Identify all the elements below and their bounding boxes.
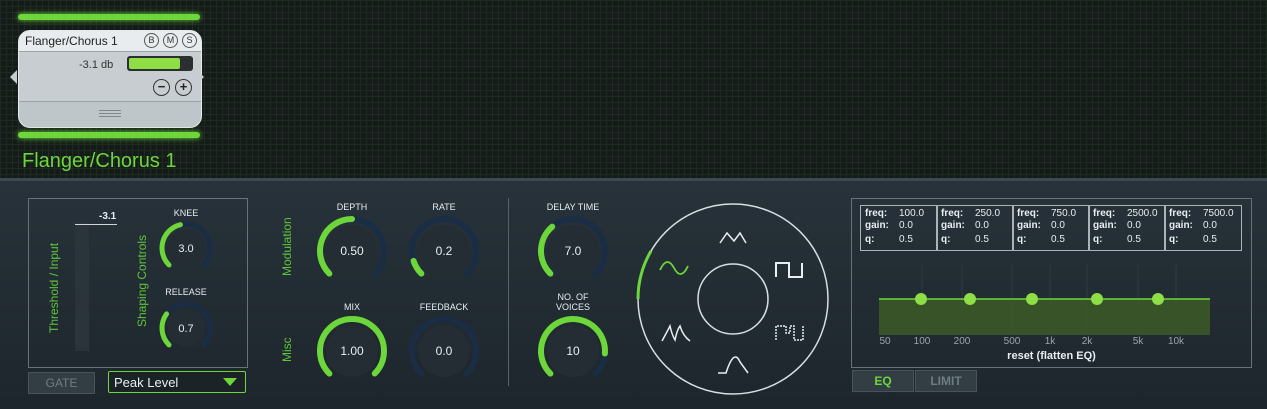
eq-band-q-value[interactable]: 0.5 xyxy=(1051,234,1065,245)
eq-band-q-value[interactable]: 0.5 xyxy=(1203,234,1217,245)
eq-band-freq-label: freq: xyxy=(941,208,964,219)
sine-wave-icon[interactable] xyxy=(659,261,689,275)
eq-band-q-label: q: xyxy=(1017,234,1027,245)
knob-value: 0.50 xyxy=(340,244,364,258)
knob-value-arc xyxy=(410,257,425,277)
eq-band-freq-value[interactable]: 750.0 xyxy=(1051,208,1076,219)
square-wave-icon[interactable] xyxy=(775,262,803,278)
eq-band-gain-label: gain: xyxy=(1169,220,1193,231)
stepped-wave-icon[interactable] xyxy=(775,325,804,341)
eq-band-freq-value[interactable]: 2500.0 xyxy=(1127,208,1158,219)
eq-section: freq: 100.0 gain: 0.0 q: 0.5 freq: 250.0 gain: 0.… xyxy=(851,198,1252,368)
release-knob[interactable]: 0.7 xyxy=(159,301,213,348)
depth-knob[interactable]: 0.50 xyxy=(317,216,387,277)
eq-band-q-value[interactable]: 0.5 xyxy=(1127,234,1141,245)
waveform-selector[interactable] xyxy=(636,203,829,395)
knee-knob[interactable]: 3.0 xyxy=(159,221,213,268)
eq-band-2[interactable]: freq: 250.0 gain: 0.0 q: 0.5 xyxy=(936,205,1014,251)
eq-band-gain-label: gain: xyxy=(1093,220,1117,231)
eq-band-gain-value[interactable]: 0.0 xyxy=(899,220,913,231)
reset-eq-link[interactable]: reset (flatten EQ) xyxy=(852,350,1251,362)
knob-value: 10 xyxy=(566,344,580,358)
mix-knob[interactable]: 1.00 xyxy=(317,316,387,377)
eq-band-q-label: q: xyxy=(1093,234,1103,245)
eq-band-freq-value[interactable]: 250.0 xyxy=(975,208,1000,219)
voices-knob[interactable]: 10 xyxy=(538,316,608,377)
eq-band-3[interactable]: freq: 750.0 gain: 0.0 q: 0.5 xyxy=(1012,205,1090,251)
knob-value: 0.7 xyxy=(178,323,193,335)
eq-band-gain-label: gain: xyxy=(865,220,889,231)
knob-value: 3.0 xyxy=(178,243,193,255)
knob-value: 7.0 xyxy=(565,244,582,258)
peaks-wave-icon[interactable] xyxy=(661,323,691,343)
eq-band-gain-value[interactable]: 0.0 xyxy=(1203,220,1217,231)
limit-tab-button[interactable]: LIMIT xyxy=(915,370,977,392)
eq-band-freq-value[interactable]: 7500.0 xyxy=(1203,208,1234,219)
eq-tab-button[interactable]: EQ xyxy=(852,370,914,392)
eq-band-q-value[interactable]: 0.5 xyxy=(899,234,913,245)
eq-band-q-label: q: xyxy=(1169,234,1179,245)
knob-value: 0.2 xyxy=(436,244,453,258)
eq-band-q-label: q: xyxy=(865,234,875,245)
eq-band-gain-value[interactable]: 0.0 xyxy=(1051,220,1065,231)
eq-band-freq-value[interactable]: 100.0 xyxy=(899,208,924,219)
eq-band-4[interactable]: freq: 2500.0 gain: 0.0 q: 0.5 xyxy=(1088,205,1166,251)
ramp-wave-icon[interactable] xyxy=(718,356,749,374)
eq-band-freq-label: freq: xyxy=(1169,208,1192,219)
eq-band-gain-label: gain: xyxy=(1017,220,1041,231)
eq-band-gain-value[interactable]: 0.0 xyxy=(975,220,989,231)
eq-band-1[interactable]: freq: 100.0 gain: 0.0 q: 0.5 xyxy=(860,205,938,251)
eq-band-gain-label: gain: xyxy=(941,220,965,231)
knob-value: 0.0 xyxy=(436,344,453,358)
eq-band-q-value[interactable]: 0.5 xyxy=(975,234,989,245)
knob-value: 1.00 xyxy=(340,344,364,358)
eq-band-freq-label: freq: xyxy=(1017,208,1040,219)
triangle-wave-icon[interactable] xyxy=(719,231,747,244)
eq-band-gain-value[interactable]: 0.0 xyxy=(1127,220,1141,231)
feedback-knob[interactable]: 0.0 xyxy=(409,316,479,377)
rate-knob[interactable]: 0.2 xyxy=(409,216,479,277)
eq-band-5[interactable]: freq: 7500.0 gain: 0.0 q: 0.5 xyxy=(1164,205,1242,251)
eq-band-freq-label: freq: xyxy=(865,208,888,219)
selected-waveform-arc xyxy=(636,250,653,300)
eq-band-freq-label: freq: xyxy=(1093,208,1116,219)
delay-time-knob[interactable]: 7.0 xyxy=(538,216,608,277)
eq-band-q-label: q: xyxy=(941,234,951,245)
